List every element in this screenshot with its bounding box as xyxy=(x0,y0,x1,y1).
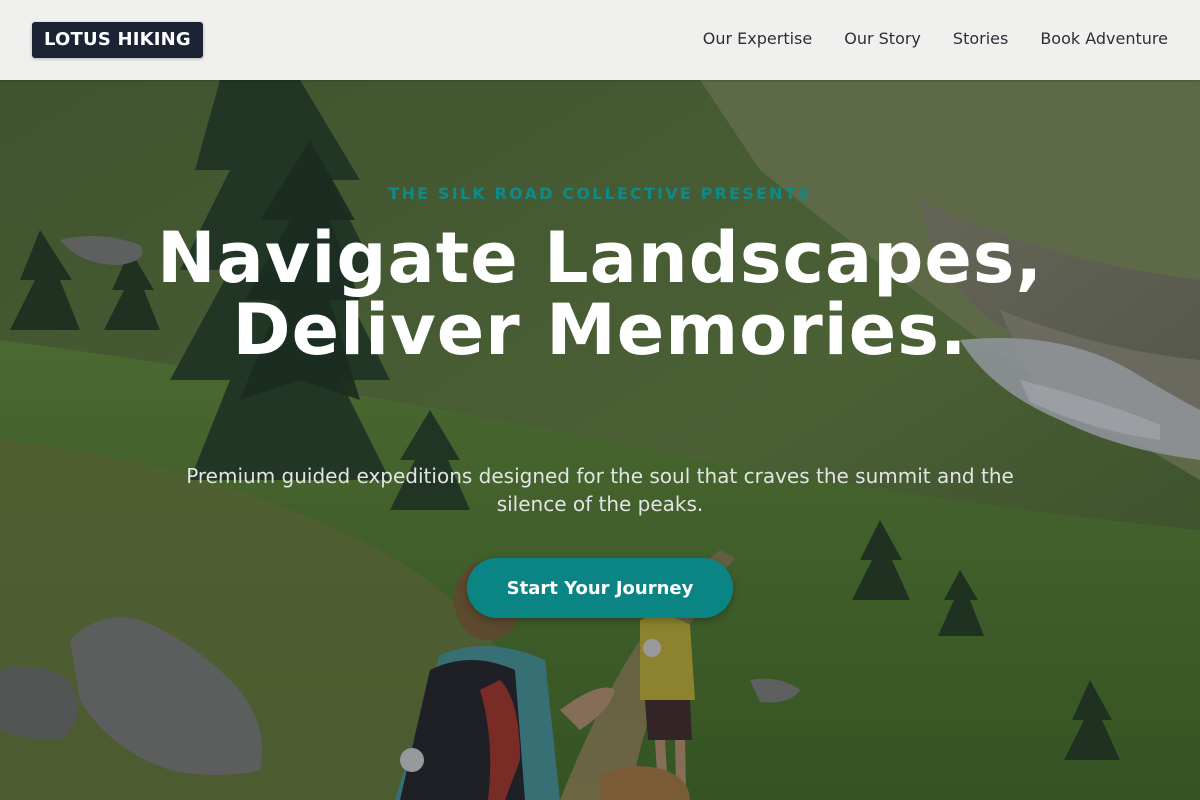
hero-section: THE SILK ROAD COLLECTIVE PRESENTS Naviga… xyxy=(0,80,1200,800)
hero-subheadline: Premium guided expeditions designed for … xyxy=(186,464,1014,516)
landing-page: LOTUS HIKING Our Expertise Our Story Sto… xyxy=(0,0,1200,800)
hero-headline: Navigate Landscapes, Deliver Memories. xyxy=(156,217,1044,371)
nav-link-stories[interactable]: Stories xyxy=(953,28,1008,50)
nav-link-our-expertise[interactable]: Our Expertise xyxy=(703,28,812,50)
site-header: LOTUS HIKING Our Expertise Our Story Sto… xyxy=(0,0,1200,80)
nav-link-book-adventure[interactable]: Book Adventure xyxy=(1040,28,1168,50)
hero-eyebrow: THE SILK ROAD COLLECTIVE PRESENTS xyxy=(388,184,812,203)
site-logo[interactable]: LOTUS HIKING xyxy=(32,22,203,58)
start-journey-button[interactable]: Start Your Journey xyxy=(467,558,733,618)
nav-link-our-story[interactable]: Our Story xyxy=(844,28,921,50)
main-nav: Our Expertise Our Story Stories Book Adv… xyxy=(703,28,1168,50)
